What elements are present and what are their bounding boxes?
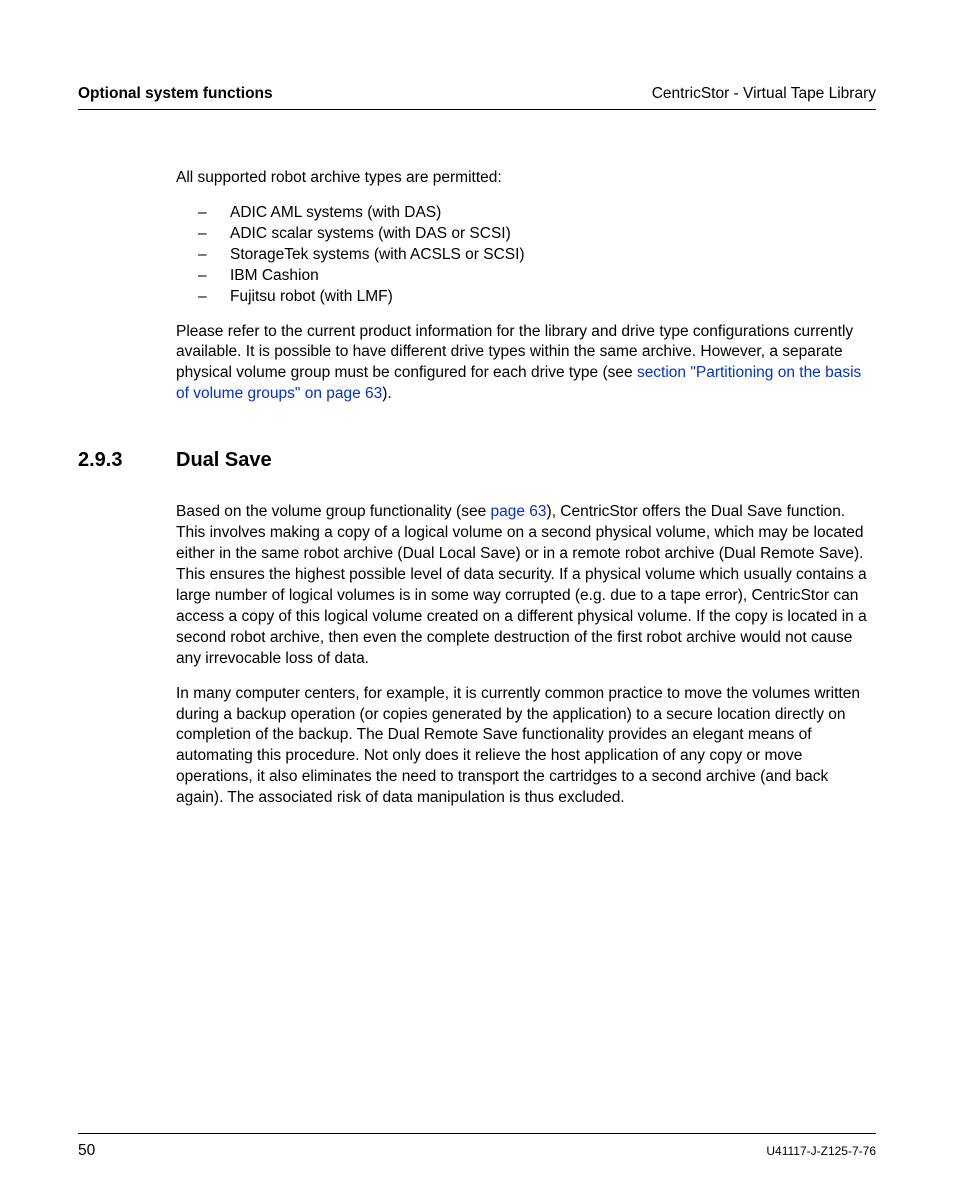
page-number: 50 bbox=[78, 1142, 95, 1160]
list-item: Fujitsu robot (with LMF) bbox=[198, 287, 876, 308]
dual-save-paragraph-2: In many computer centers, for example, i… bbox=[176, 684, 876, 810]
product-info-paragraph: Please refer to the current product info… bbox=[176, 322, 876, 406]
intro-paragraph: All supported robot archive types are pe… bbox=[176, 168, 876, 189]
section-heading: 2.9.3 Dual Save bbox=[78, 449, 876, 472]
section-title: Dual Save bbox=[176, 449, 272, 472]
paragraph-text: ). bbox=[382, 385, 391, 402]
list-item: ADIC AML systems (with DAS) bbox=[198, 203, 876, 224]
paragraph-text: ), CentricStor offers the Dual Save func… bbox=[176, 503, 867, 666]
page-link[interactable]: page 63 bbox=[491, 503, 547, 520]
list-item: StorageTek systems (with ACSLS or SCSI) bbox=[198, 245, 876, 266]
list-item: ADIC scalar systems (with DAS or SCSI) bbox=[198, 224, 876, 245]
page-footer: 50 U41117-J-Z125-7-76 bbox=[78, 1133, 876, 1160]
page-content: All supported robot archive types are pe… bbox=[78, 168, 876, 809]
document-id: U41117-J-Z125-7-76 bbox=[766, 1144, 876, 1158]
header-section-title: Optional system functions bbox=[78, 85, 273, 103]
robot-types-list: ADIC AML systems (with DAS) ADIC scalar … bbox=[198, 203, 876, 308]
header-doc-title: CentricStor - Virtual Tape Library bbox=[652, 85, 876, 103]
paragraph-text: Based on the volume group functionality … bbox=[176, 503, 491, 520]
dual-save-paragraph-1: Based on the volume group functionality … bbox=[176, 502, 876, 669]
list-item: IBM Cashion bbox=[198, 266, 876, 287]
page-header: Optional system functions CentricStor - … bbox=[78, 85, 876, 110]
section-number: 2.9.3 bbox=[78, 449, 176, 472]
